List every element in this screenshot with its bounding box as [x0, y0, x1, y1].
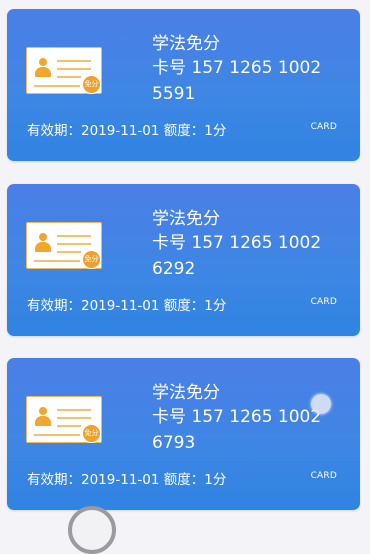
badge-icon: 免分 — [82, 424, 101, 443]
card-number: 卡号 157 1265 1002 6292 — [152, 233, 322, 279]
card-number: 卡号 157 1265 1002 5591 — [152, 58, 322, 104]
card-validity: 有效期：2019-11-01 额度：1分 — [27, 123, 227, 139]
card-title: 学法免分 — [152, 209, 220, 229]
card-tag: CARD — [310, 297, 337, 307]
badge-icon: 免分 — [82, 250, 101, 269]
floating-button[interactable] — [68, 506, 116, 554]
card-validity: 有效期：2019-11-01 额度：1分 — [27, 298, 227, 314]
person-icon — [34, 57, 52, 78]
card-item[interactable]: 免分 学法免分 卡号 157 1265 1002 5591 有效期：2019-1… — [7, 9, 360, 161]
badge-icon: 免分 — [82, 75, 101, 94]
card-title: 学法免分 — [152, 34, 220, 54]
person-icon — [34, 406, 52, 427]
card-title: 学法免分 — [152, 383, 220, 403]
card-validity: 有效期：2019-11-01 额度：1分 — [27, 472, 227, 488]
card-tag: CARD — [310, 471, 337, 481]
id-card-icon: 免分 — [26, 47, 102, 94]
card-item[interactable]: 免分 学法免分 卡号 157 1265 1002 6793 有效期：2019-1… — [7, 358, 360, 510]
card-tag: CARD — [310, 122, 337, 132]
card-item[interactable]: 免分 学法免分 卡号 157 1265 1002 6292 有效期：2019-1… — [7, 184, 360, 336]
person-icon — [34, 232, 52, 253]
id-card-icon: 免分 — [26, 396, 102, 443]
id-card-icon: 免分 — [26, 222, 102, 269]
touch-indicator — [311, 394, 331, 414]
